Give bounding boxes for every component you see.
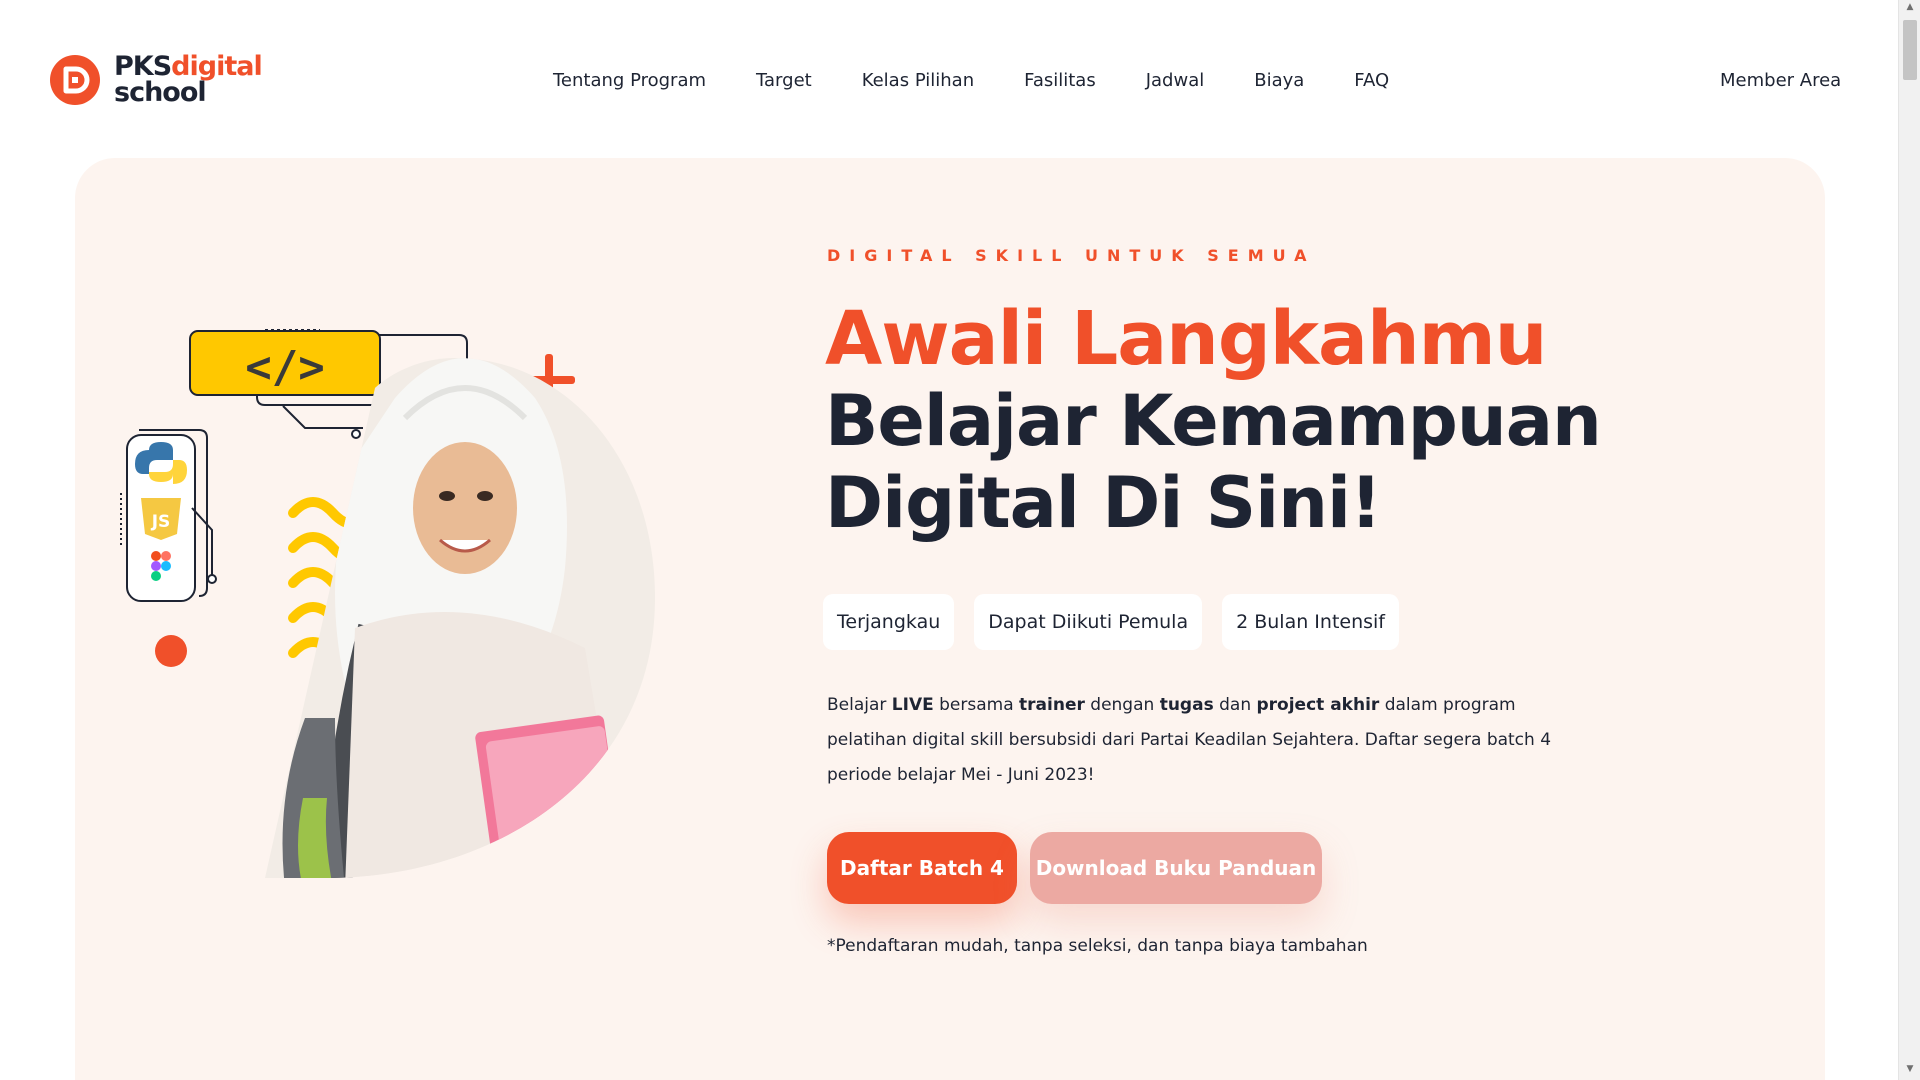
page-scrollbar[interactable]: ▲ ▼ [1898,0,1920,1080]
nav-biaya[interactable]: Biaya [1254,70,1304,91]
javascript-icon: JS [141,498,181,540]
member-area-link[interactable]: Member Area [1720,70,1841,91]
nav-target[interactable]: Target [756,70,812,91]
desc-text-1: Belajar [827,695,892,715]
hero-illustration: </> JS [120,329,655,878]
scroll-up-arrow-icon[interactable]: ▲ [1899,2,1920,12]
headline-line-3: Digital Di Sini! [825,462,1382,544]
headline-line-2: Belajar Kemampuan [825,380,1602,462]
download-guide-button[interactable]: Download Buku Panduan [1030,832,1322,904]
chip-intensif: 2 Bulan Intensif [1222,594,1399,650]
desc-text-4: dan [1213,695,1257,715]
desc-bold-live: LIVE [891,695,934,715]
nav-faq[interactable]: FAQ [1354,70,1389,91]
desc-bold-tugas: tugas [1159,695,1214,715]
logo-school: school [114,77,207,108]
js-badge-text: JS [151,512,171,532]
main-nav: Tentang Program Target Kelas Pilihan Fas… [553,70,1389,91]
code-icon-text: </> [245,342,324,393]
site-logo[interactable]: PKSdigital school [50,53,263,108]
dot-decoration [155,635,187,667]
hero-description: Belajar LIVE bersama trainer dengan tuga… [827,688,1587,793]
scroll-thumb[interactable] [1903,20,1917,80]
daftar-batch-button[interactable]: Daftar Batch 4 [827,832,1017,904]
hero-headline: Awali Langkahmu Belajar Kemampuan Digita… [825,298,1725,544]
registration-note: *Pendaftaran mudah, tanpa seleksi, dan t… [827,936,1368,956]
logo-text: PKSdigital school [114,53,263,108]
chip-pemula: Dapat Diikuti Pemula [974,594,1203,650]
desc-bold-project: project akhir [1256,695,1380,715]
hero-eyebrow: DIGITAL SKILL UNTUK SEMUA [827,246,1316,265]
desc-bold-trainer: trainer [1019,695,1085,715]
site-header: PKSdigital school Tentang Program Target… [0,0,1898,160]
chip-terjangkau: Terjangkau [823,594,955,650]
scroll-down-arrow-icon[interactable]: ▼ [1899,1064,1920,1074]
feature-chips: Terjangkau Dapat Diikuti Pemula 2 Bulan … [823,594,1399,650]
nav-jadwal[interactable]: Jadwal [1146,70,1205,91]
desc-text-3: dengan [1084,695,1160,715]
tech-icons-card: JS [120,429,217,602]
nav-tentang-program[interactable]: Tentang Program [553,70,706,91]
logo-mark-icon [50,55,100,105]
nav-kelas-pilihan[interactable]: Kelas Pilihan [862,70,974,91]
hero-section: </> JS DIGITAL SKILL UNTUK SEMUA Awali L… [75,158,1825,1080]
desc-text-2: bersama [933,695,1020,715]
nav-fasilitas[interactable]: Fasilitas [1024,70,1096,91]
headline-line-1: Awali Langkahmu [825,296,1547,382]
